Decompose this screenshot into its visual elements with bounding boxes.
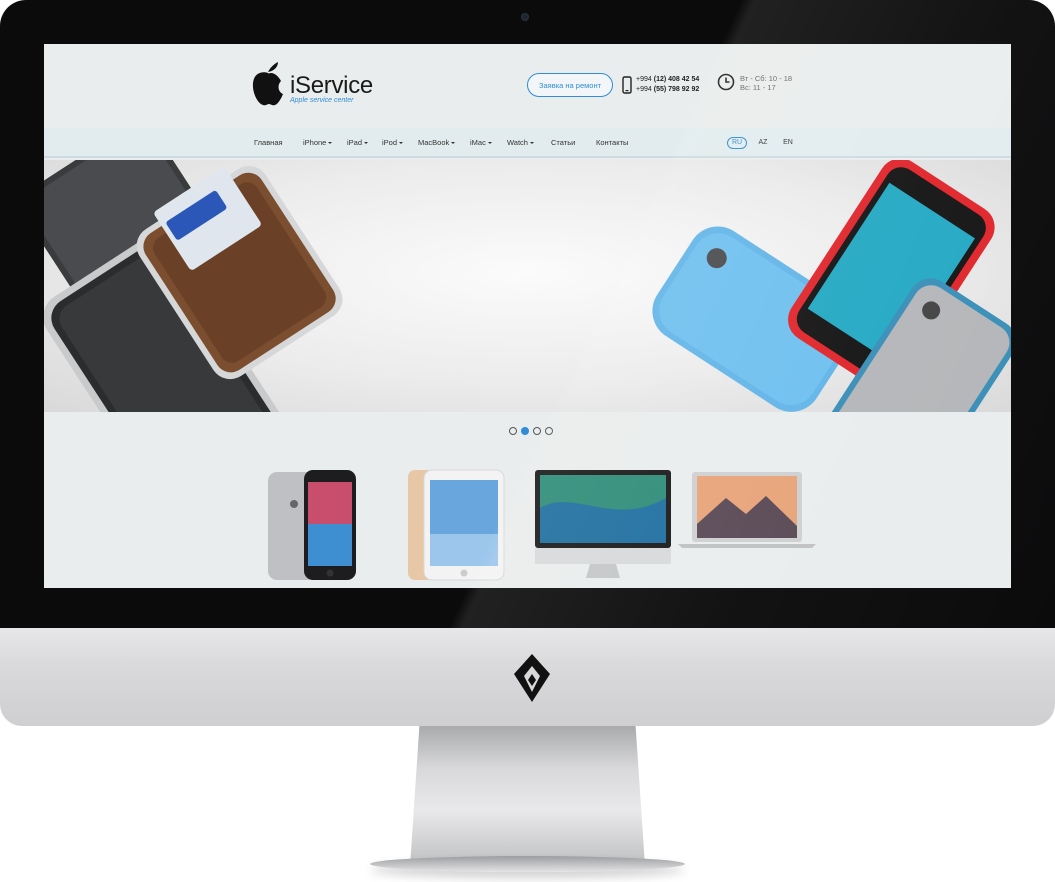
nav-item-ipad[interactable]: iPad <box>347 128 369 158</box>
product-row <box>44 468 1011 588</box>
monitor-stand <box>410 726 645 866</box>
nav-item-ipod[interactable]: iPod <box>382 128 404 158</box>
hours-sunday: Вс: 11 - 17 <box>740 83 776 92</box>
caret-down-icon <box>451 142 456 145</box>
nav-item-articles[interactable]: Статьи <box>551 128 575 158</box>
apple-logo-icon[interactable] <box>247 58 289 110</box>
phone-prefix: +994 <box>636 76 652 83</box>
slider-dot[interactable] <box>533 427 541 435</box>
nav-item-watch[interactable]: Watch <box>507 128 534 158</box>
product-iphone-image[interactable] <box>266 468 358 582</box>
caret-down-icon <box>328 142 333 145</box>
working-hours: Вт - Сб: 10 - 18 Вс: 11 - 17 <box>740 74 792 92</box>
repair-request-button[interactable]: Заявка на ремонт <box>527 73 613 97</box>
monitor-stand-base <box>370 856 685 872</box>
phone-numbers: +994 (12) 408 42 54 +994 (55) 798 92 92 <box>636 75 699 95</box>
nav-label: iPhone <box>303 138 327 147</box>
nav-item-home[interactable]: Главная <box>254 128 283 158</box>
lang-ru[interactable]: RU <box>727 137 747 149</box>
nav-label: Контакты <box>596 138 629 147</box>
phone-number[interactable]: (12) 408 42 54 <box>654 76 700 83</box>
phone-icon <box>622 76 632 94</box>
product-imac-image[interactable] <box>534 468 672 582</box>
website-screen: iService Apple service center Заявка на … <box>44 44 1011 588</box>
nav-label: MacBook <box>418 138 450 147</box>
product-ipad-image[interactable] <box>406 468 506 582</box>
camera-icon <box>521 13 529 21</box>
main-navigation: Главная iPhone iPad iPod MacBook iMac Wa… <box>44 128 1011 158</box>
nav-item-imac[interactable]: iMac <box>470 128 492 158</box>
nav-label: Главная <box>254 138 283 147</box>
caret-down-icon <box>529 142 534 145</box>
lang-az[interactable]: AZ <box>757 137 769 149</box>
slider-dot-active[interactable] <box>521 427 529 435</box>
nav-label: iPad <box>347 138 363 147</box>
nav-item-iphone[interactable]: iPhone <box>303 128 333 158</box>
nav-item-macbook[interactable]: MacBook <box>418 128 456 158</box>
nav-label: iPod <box>382 138 398 147</box>
nav-label: Статьи <box>551 138 576 147</box>
logo-subtitle: Apple service center <box>290 97 354 104</box>
imac-mockup: iService Apple service center Заявка на … <box>0 0 1055 882</box>
brand-logo-icon <box>514 654 550 702</box>
hero-slider[interactable] <box>44 160 1011 412</box>
nav-label: Watch <box>507 138 528 147</box>
lang-en[interactable]: EN <box>782 137 794 149</box>
hours-weekdays: Вт - Сб: 10 - 18 <box>740 74 793 83</box>
phone-prefix: +994 <box>636 86 652 93</box>
logo-text[interactable]: iService <box>290 72 373 100</box>
caret-down-icon <box>399 142 404 145</box>
slider-dot[interactable] <box>545 427 553 435</box>
nav-item-contacts[interactable]: Контакты <box>596 128 628 158</box>
caret-down-icon <box>364 142 369 145</box>
nav-label: iMac <box>470 138 486 147</box>
product-macbook-image[interactable] <box>676 468 818 582</box>
caret-down-icon <box>487 142 492 145</box>
phone-number[interactable]: (55) 798 92 92 <box>654 86 700 93</box>
hero-slide-image <box>44 160 1011 412</box>
clock-icon <box>717 73 735 91</box>
slider-dot[interactable] <box>509 427 517 435</box>
site-header: iService Apple service center Заявка на … <box>44 44 1011 128</box>
slider-dots <box>509 427 553 435</box>
